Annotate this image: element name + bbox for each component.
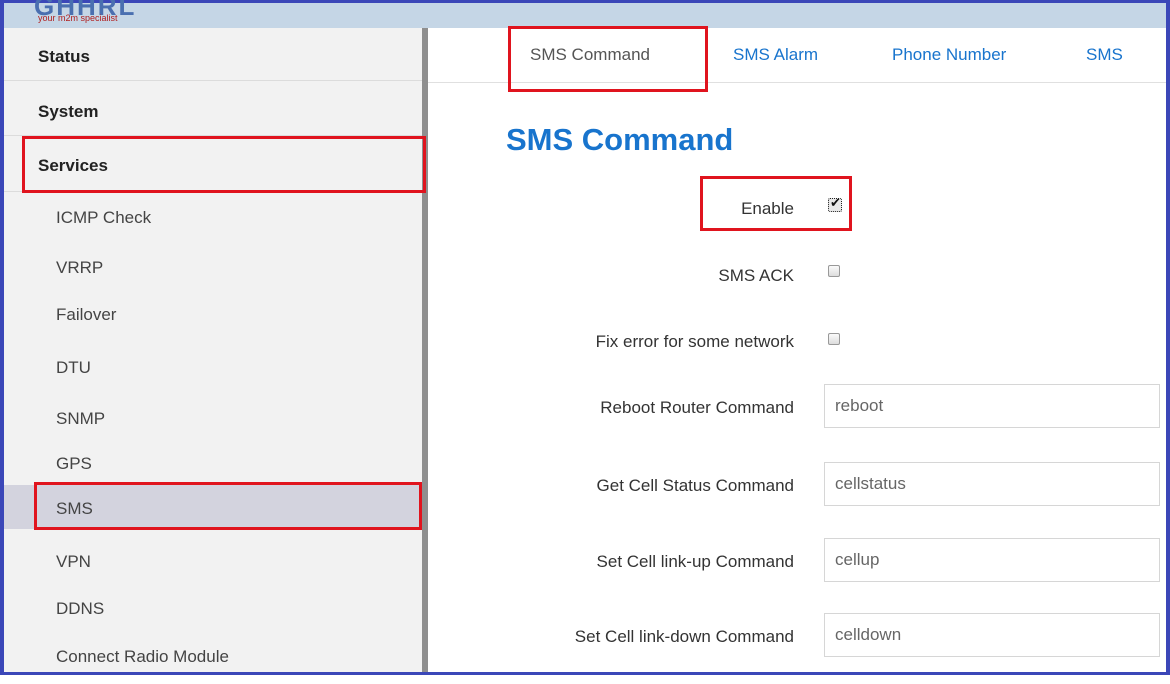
- window-frame: [0, 0, 1170, 675]
